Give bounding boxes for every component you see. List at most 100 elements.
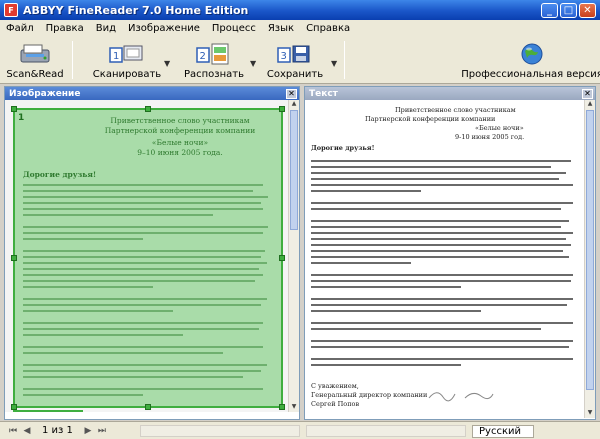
scan-heading-line: Приветственное слово участникам [110, 116, 250, 125]
text-line [311, 364, 461, 366]
scroll-down-icon[interactable]: ▼ [586, 409, 594, 418]
text-line [311, 280, 571, 282]
resize-handle[interactable] [279, 106, 285, 112]
resize-handle[interactable] [279, 255, 285, 261]
text-heading-line: 9-10 июня 2005 год. [455, 133, 525, 141]
text-block-2[interactable]: 2 [13, 410, 83, 412]
scan-text-line [23, 346, 263, 348]
scan-text-line [23, 298, 267, 300]
scroll-up-icon[interactable]: ▲ [290, 100, 298, 109]
image-pane: Изображение ✕ 1 Приветственное слово уча… [4, 86, 300, 420]
resize-handle[interactable] [11, 255, 17, 261]
last-page-icon[interactable]: ⏭ [95, 425, 109, 437]
image-pane-close-icon[interactable]: ✕ [286, 88, 297, 99]
resize-handle[interactable] [279, 404, 285, 410]
text-line [311, 286, 461, 288]
text-closing-line: Сергей Попов [311, 400, 360, 408]
scan-text-line [23, 394, 143, 396]
close-button[interactable]: ✕ [579, 2, 596, 18]
text-pane-close-icon[interactable]: ✕ [582, 88, 593, 99]
resize-handle[interactable] [145, 106, 151, 112]
menu-bar: Файл Правка Вид Изображение Процесс Язык… [0, 20, 600, 37]
text-line [311, 166, 551, 168]
scroll-down-icon[interactable]: ▼ [290, 403, 298, 412]
scan-text-line [23, 256, 261, 258]
block-number: 1 [18, 113, 25, 123]
menu-view[interactable]: Вид [96, 23, 116, 34]
finereader-app-icon: F [4, 3, 18, 17]
text-block-1[interactable]: 1 Приветственное слово участникам Партне… [11, 106, 285, 410]
save-label: Сохранить [266, 69, 324, 80]
menu-process[interactable]: Процесс [212, 23, 256, 34]
text-line [311, 184, 573, 186]
scan-text-line [23, 328, 259, 330]
text-line [311, 310, 481, 312]
scan-text-line [23, 196, 268, 198]
status-bar: ⏮ ◀ 1 из 1 ▶ ⏭ Русский [0, 421, 600, 439]
scan-read-label: Scan&Read [6, 69, 64, 80]
scan-dropdown-arrow-icon[interactable]: ▼ [164, 59, 170, 68]
save-button[interactable]: 3 Сохранить [262, 37, 328, 83]
text-line [311, 238, 566, 240]
image-pane-header: Изображение ✕ [5, 87, 299, 100]
image-vertical-scrollbar[interactable]: ▲ ▼ [288, 100, 299, 412]
menu-help[interactable]: Справка [306, 23, 350, 34]
menu-image[interactable]: Изображение [128, 23, 200, 34]
scan-text-line [23, 376, 243, 378]
scroll-up-icon[interactable]: ▲ [586, 100, 594, 109]
scroll-thumb[interactable] [586, 110, 594, 390]
professional-version-label: Профессиональная версия [461, 69, 600, 80]
text-line [311, 250, 563, 252]
scan-text-line [23, 364, 267, 366]
scan-text-line [23, 304, 261, 306]
text-line [311, 220, 569, 222]
text-line [311, 160, 571, 162]
recognize-dropdown-arrow-icon[interactable]: ▼ [250, 59, 256, 68]
scan-text-line [23, 208, 263, 210]
first-page-icon[interactable]: ⏮ [6, 425, 20, 437]
recognize-button[interactable]: 2 Распознать [180, 37, 248, 83]
menu-file[interactable]: Файл [6, 23, 34, 34]
scanned-page-image[interactable]: 1 Приветственное слово участникам Партне… [5, 100, 289, 412]
text-horizontal-scrollbar[interactable] [306, 425, 466, 437]
text-line [311, 244, 571, 246]
text-line [311, 226, 561, 228]
scan-heading-line: «Белые ночи» [151, 138, 209, 147]
resize-handle[interactable] [145, 404, 151, 410]
window-title: ABBYY FineReader 7.0 Home Edition [23, 3, 249, 17]
save-dropdown-arrow-icon[interactable]: ▼ [331, 59, 337, 68]
text-heading-line: Партнерской конференции компании [365, 115, 496, 123]
text-line [311, 202, 573, 204]
title-bar: F ABBYY FineReader 7.0 Home Edition _ □ … [0, 0, 600, 20]
scan-text-line [23, 322, 263, 324]
language-selector[interactable]: Русский [472, 425, 534, 438]
minimize-button[interactable]: _ [541, 2, 558, 18]
next-page-icon[interactable]: ▶ [81, 425, 95, 437]
step-2-number: 2 [200, 51, 206, 62]
text-pane: Текст ✕ Приветственное слово участникам … [304, 86, 596, 420]
scan-text-line [23, 202, 261, 204]
professional-version-button[interactable]: Профессиональная версия [461, 37, 600, 83]
maximize-button[interactable]: □ [560, 2, 577, 18]
text-heading-line: Приветственное слово участникам [395, 106, 516, 114]
main-toolbar: Scan&Read 1 Сканировать ▼ 2 Распознать ▼ [0, 37, 600, 84]
toolbar-separator [72, 41, 73, 79]
resize-handle[interactable] [11, 106, 17, 112]
text-closing-line: С уважением, [311, 382, 359, 390]
text-vertical-scrollbar[interactable]: ▲ ▼ [584, 100, 595, 418]
text-line [311, 340, 573, 342]
text-line [311, 262, 411, 264]
prev-page-icon[interactable]: ◀ [20, 425, 34, 437]
scan-read-button[interactable]: Scan&Read [6, 37, 64, 83]
recognized-text-area[interactable]: Приветственное слово участникам Партнерс… [305, 100, 585, 418]
scan-text-line [23, 262, 267, 264]
text-line [311, 172, 566, 174]
menu-language[interactable]: Язык [268, 23, 294, 34]
image-horizontal-scrollbar[interactable] [140, 425, 300, 437]
scan-button[interactable]: 1 Сканировать [90, 37, 164, 83]
text-line [311, 346, 569, 348]
menu-edit[interactable]: Правка [46, 23, 84, 34]
scan-text-line [23, 250, 265, 252]
scroll-thumb[interactable] [290, 110, 298, 230]
scan-text-line [23, 334, 183, 336]
